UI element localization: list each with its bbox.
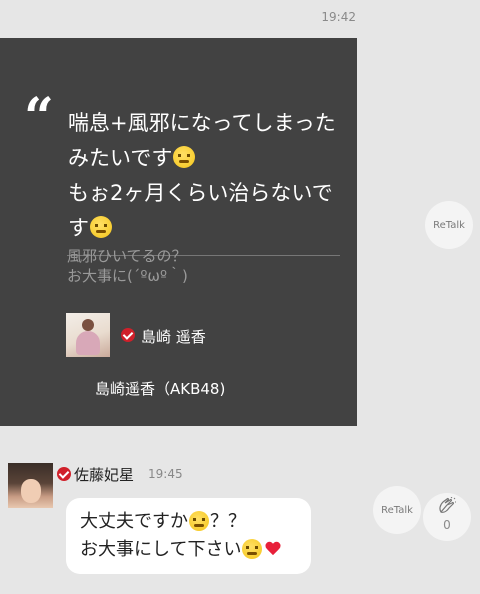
reply-text: 大丈夫ですか ？？ お大事にして下さい <box>80 508 310 564</box>
clapping-hands-icon <box>439 497 456 513</box>
poster-time: 19:45 <box>148 467 183 481</box>
reply-line-2-text: お大事にして下さい <box>80 539 242 560</box>
reply-line-1-text: 大丈夫ですか <box>80 511 188 532</box>
retalk-button-reply[interactable]: ReTalk <box>373 486 421 534</box>
poster-name[interactable]: 佐藤妃星 <box>74 464 134 485</box>
avatar-face <box>21 479 41 503</box>
grimacing-emoji-icon <box>173 146 196 168</box>
verified-badge-icon <box>121 328 135 342</box>
thumbnail-figure-body <box>76 331 100 355</box>
reply-line-2: お大事にして下さい <box>80 536 310 564</box>
original-post-text: 風邪ひいてるの？ お大事に(´ºωº｀) <box>67 246 337 286</box>
original-author-group: 島崎遥香（AKB48) <box>95 380 226 398</box>
quote-card[interactable]: “ 喘息+風邪になってしまったみたいです もぉ2ヶ月くらい治らないです <box>0 38 357 426</box>
clap-count: 0 <box>443 518 451 532</box>
reply-line-1: 大丈夫ですか ？？ <box>80 508 310 536</box>
original-author-name[interactable]: 島崎 遥香 <box>141 326 206 347</box>
verified-badge-icon <box>57 467 71 481</box>
avatar[interactable] <box>8 463 53 508</box>
clap-button[interactable]: 0 <box>423 493 471 541</box>
original-author-thumbnail[interactable] <box>66 313 110 357</box>
retalk-button[interactable]: ReTalk <box>425 201 473 249</box>
grimacing-emoji-icon <box>189 511 209 531</box>
original-post-line-1: 風邪ひいてるの？ <box>67 247 187 265</box>
original-post-line-2: お大事に(´ºωº｀) <box>67 267 188 285</box>
quote-line-1: 喘息+風邪になってしまったみたいです <box>68 111 336 170</box>
quote-text: 喘息+風邪になってしまったみたいです もぉ2ヶ月くらい治らないです <box>68 106 340 246</box>
quote-icon: “ <box>24 87 54 148</box>
heart-icon <box>265 542 281 556</box>
grimacing-emoji-icon <box>242 539 263 559</box>
thumbnail-figure-head <box>82 319 94 331</box>
reply-line-1-suffix: ？？ <box>210 511 246 532</box>
grimacing-emoji-icon <box>90 216 112 238</box>
timestamp-top: 19:42 <box>321 10 356 24</box>
